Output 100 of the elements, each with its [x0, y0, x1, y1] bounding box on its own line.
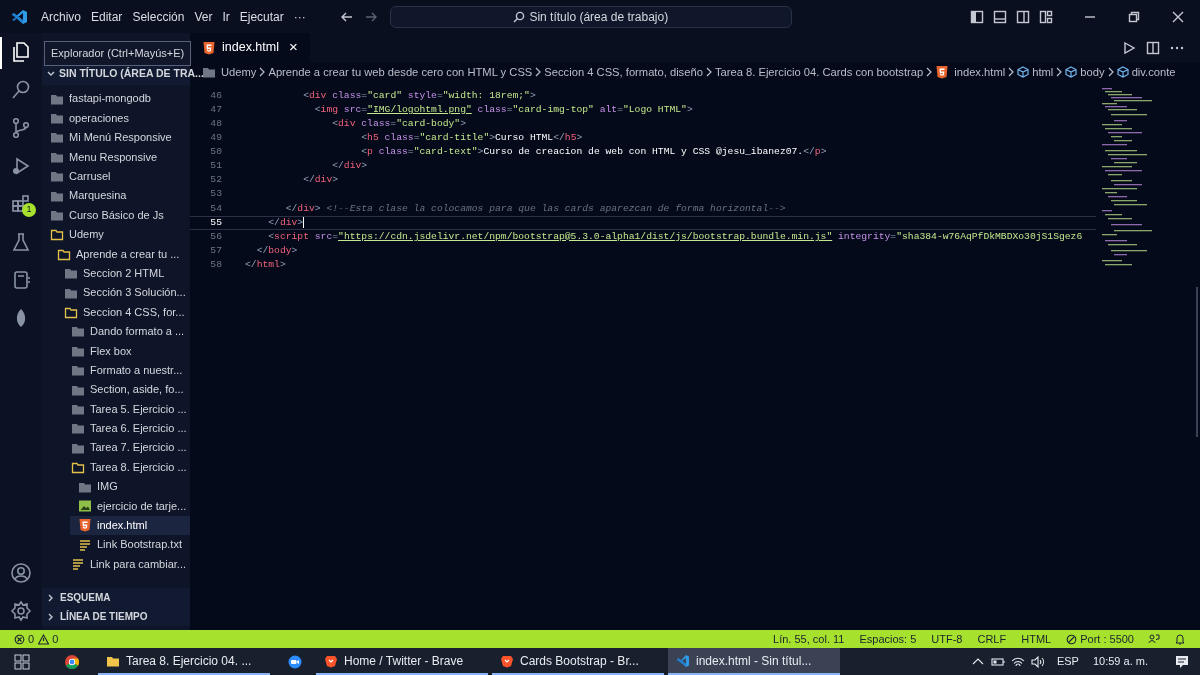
line-number: 46 — [209, 88, 222, 103]
menu-item[interactable]: Ejecutar — [235, 7, 288, 26]
bell-icon[interactable] — [1174, 633, 1186, 645]
taskbar-button[interactable]: index.html - Sin títul... — [668, 648, 840, 675]
panel-section-header[interactable]: ESQUEMA — [42, 588, 190, 607]
breadcrumb-item[interactable]: Aprende a crear tu web desde cero con HTML y CSS — [268, 63, 533, 81]
tree-item[interactable]: Aprende a crear tu ... — [49, 244, 190, 264]
breadcrumb-item[interactable]: div.conte — [1131, 63, 1176, 81]
menu-item[interactable]: Ver — [190, 7, 217, 26]
account-icon[interactable] — [10, 562, 32, 584]
tree-item[interactable]: Mi Menú Responsive — [42, 127, 190, 148]
editor-tab[interactable]: index.html × — [190, 33, 310, 62]
tree-item[interactable]: Marquesina — [42, 185, 190, 206]
code-line: <h5 class="card-title">Curso HTML</h5> — [360, 131, 583, 146]
close-tab-button[interactable]: × — [289, 36, 298, 59]
status-item[interactable]: Lín. 55, col. 11 — [773, 630, 845, 648]
tree-item[interactable]: Tarea 8. Ejercicio ... — [63, 457, 190, 477]
html-file-icon — [202, 40, 216, 55]
breadcrumb-item[interactable]: body — [1080, 63, 1105, 81]
tree-item[interactable]: Tarea 7. Ejercicio ... — [63, 438, 190, 458]
menu-item[interactable]: Archivo — [37, 7, 85, 26]
run-debug-icon[interactable] — [10, 155, 32, 177]
flask-icon[interactable] — [10, 231, 32, 253]
status-item[interactable]: UTF-8 — [931, 630, 963, 648]
tree-item[interactable]: Seccion 2 HTML — [56, 263, 190, 283]
status-item[interactable]: CRLF — [977, 630, 1007, 648]
tree-item[interactable]: Seccion 4 CSS, for... — [56, 302, 190, 322]
status-item[interactable]: HTML — [1021, 630, 1052, 648]
taskbar-button[interactable]: Home / Twitter - Brave — [316, 648, 488, 675]
tree-item[interactable]: IMG — [70, 476, 190, 497]
restore-icon[interactable] — [1128, 10, 1140, 23]
tree-item[interactable]: Sección 3 Solución... — [56, 282, 190, 303]
menu-item[interactable]: Selección — [128, 7, 189, 26]
section-header[interactable]: SIN TÍTULO (ÁREA DE TRA... — [59, 66, 204, 82]
extensions-icon[interactable] — [10, 193, 32, 215]
files-icon[interactable] — [10, 41, 32, 63]
breadcrumb-item[interactable]: Udemy — [221, 63, 257, 81]
warning-count[interactable]: 0 — [52, 630, 59, 648]
line-number: 54 — [209, 201, 222, 216]
tree-item[interactable]: operaciones — [42, 108, 190, 128]
menu-item[interactable]: ··· — [289, 7, 310, 26]
panel-section-header[interactable]: LÍNEA DE TIEMPO — [42, 607, 190, 626]
tree-item[interactable]: Dando formato a ... — [63, 321, 190, 342]
folder-icon — [71, 324, 85, 339]
tree-item[interactable]: Carrusel — [42, 166, 190, 186]
run-icon[interactable] — [1122, 40, 1136, 55]
chrome-icon[interactable] — [64, 653, 80, 670]
port-status[interactable]: Port : 5500 — [1080, 630, 1134, 648]
tree-item[interactable]: Link Bootstrap.txt — [70, 535, 190, 555]
sidebar-toggle-icon[interactable] — [970, 9, 984, 24]
folder-icon — [50, 227, 64, 242]
settings-icon[interactable] — [10, 600, 32, 622]
taskbar-button[interactable]: Cards Bootstrap - Br... — [492, 648, 664, 675]
search-box[interactable]: Sin título (área de trabajo) — [389, 5, 792, 28]
breadcrumb-item[interactable]: index.html — [954, 63, 1006, 81]
taskbar-button[interactable]: Tarea 8. Ejercicio 04. ... — [98, 648, 270, 675]
error-icon[interactable] — [14, 633, 25, 645]
panel-toggle-icon[interactable] — [993, 9, 1007, 24]
feedback-icon[interactable] — [1148, 633, 1160, 645]
tree-item[interactable]: Udemy — [42, 224, 190, 245]
search-icon[interactable] — [10, 79, 32, 101]
warning-icon[interactable] — [38, 633, 50, 645]
cube-icon — [1116, 66, 1129, 78]
status-item[interactable]: Espacios: 5 — [859, 630, 917, 648]
split-layout-icon[interactable] — [1016, 9, 1030, 24]
tree-item[interactable]: Flex box — [63, 341, 190, 361]
tree-item[interactable]: fastapi-mongodb — [42, 89, 190, 109]
start-icon[interactable] — [14, 653, 30, 670]
error-count[interactable]: 0 — [28, 630, 35, 648]
menu-item[interactable]: Ir — [218, 7, 234, 26]
breadcrumb-item[interactable]: Tarea 8. Ejercicio 04. Cards con bootstrap — [714, 63, 924, 81]
code-line: </body> — [255, 243, 298, 258]
notification-icon[interactable] — [1174, 653, 1190, 670]
tree-item[interactable]: Menu Responsive — [42, 147, 190, 167]
source-control-icon[interactable] — [10, 117, 32, 139]
split-editor-icon[interactable] — [1146, 40, 1160, 55]
breadcrumb-item[interactable]: html — [1032, 63, 1054, 81]
tree-item[interactable]: index.html — [70, 515, 190, 535]
tree-item[interactable]: Curso Básico de Js — [42, 205, 190, 225]
speaker-icon[interactable] — [1030, 654, 1045, 669]
layout-grid-icon[interactable] — [1039, 9, 1053, 24]
folder-icon — [50, 130, 64, 145]
tree-item[interactable]: Tarea 6. Ejercicio ... — [63, 418, 190, 439]
tree-item[interactable]: Link para cambiar... — [63, 554, 190, 574]
scrollbar-thumb[interactable] — [1196, 287, 1198, 437]
text-file-icon — [78, 537, 92, 552]
chevron-right-icon — [1007, 67, 1016, 77]
close-icon[interactable] — [1172, 10, 1184, 23]
tree-item[interactable]: Formato a nuestr... — [63, 360, 190, 380]
no-entry-icon[interactable] — [1066, 633, 1078, 645]
tree-item[interactable]: ejercicio de tarje... — [70, 496, 190, 516]
video-camera-icon[interactable] — [288, 654, 302, 669]
tree-item[interactable]: Section, aside, fo... — [63, 379, 190, 400]
clock[interactable]: 10:59 a. m. — [1092, 653, 1148, 670]
image-file-icon — [78, 498, 92, 513]
chevron-right-icon — [704, 67, 713, 77]
breadcrumb-item[interactable]: Seccion 4 CSS, formato, diseño — [544, 63, 703, 81]
menu-item[interactable]: Editar — [87, 7, 127, 26]
language-indicator[interactable]: ESP — [1056, 653, 1079, 670]
tree-item[interactable]: Tarea 5. Ejercicio ... — [63, 399, 190, 419]
